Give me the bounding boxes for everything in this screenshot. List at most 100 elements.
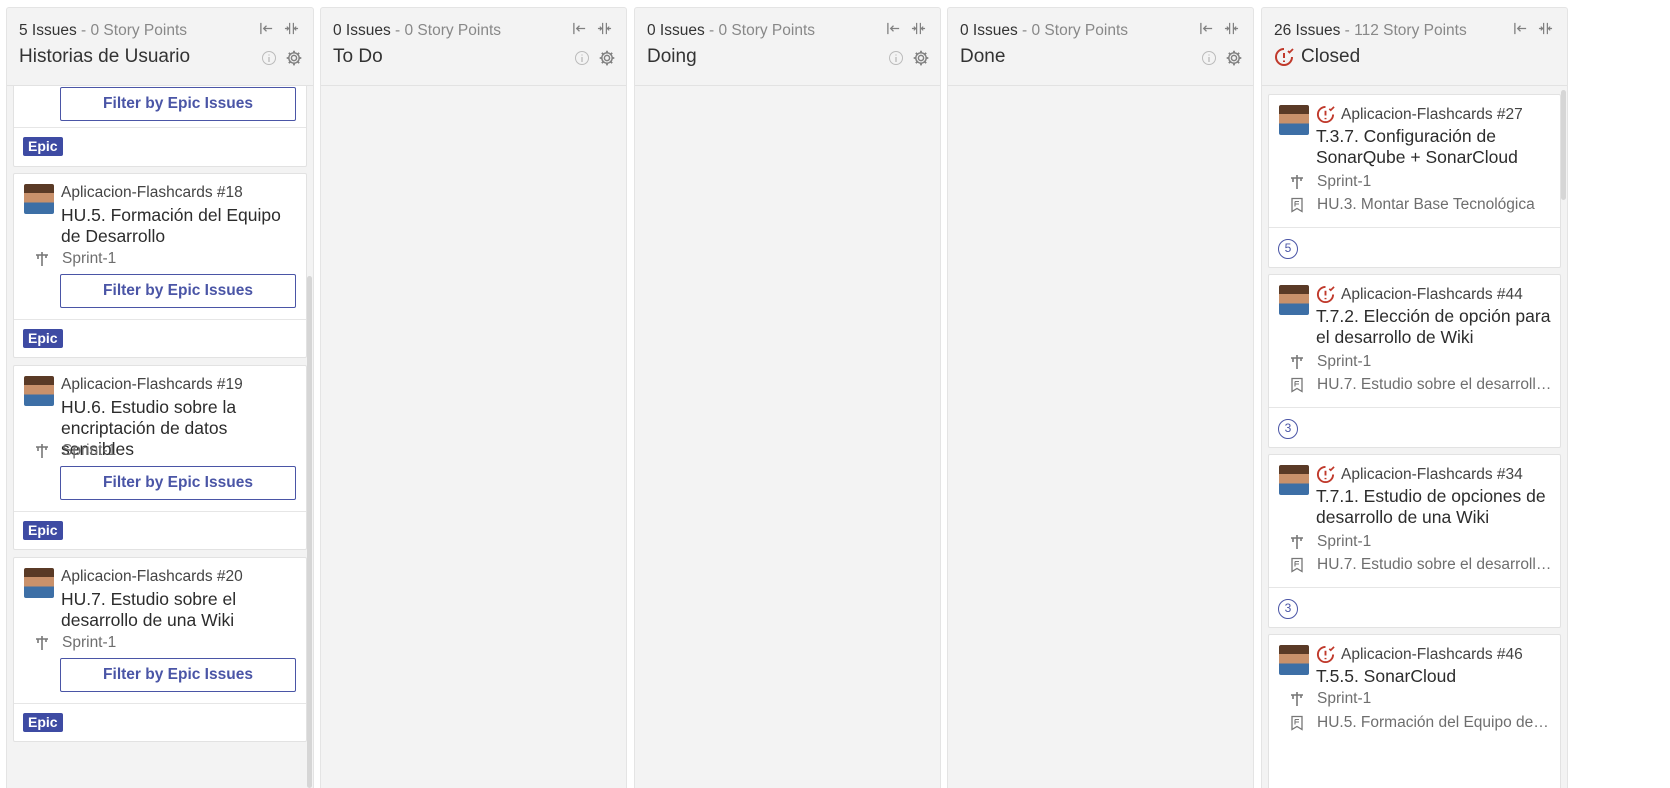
gear-icon[interactable] <box>598 49 616 67</box>
signpost-icon <box>1289 174 1305 190</box>
signpost-icon <box>34 251 50 267</box>
collapse-left-icon[interactable] <box>1513 21 1528 36</box>
filter-by-epic-button[interactable]: Filter by Epic Issues <box>60 466 296 500</box>
sprint-row: Sprint-1 <box>1289 173 1552 191</box>
column-to-do: 0 Issues - 0 Story Points To Do <box>320 7 627 788</box>
sprint-row: Sprint-1 <box>34 250 298 268</box>
story-points-badge: 3 <box>1278 599 1298 619</box>
issue-ref[interactable]: Aplicacion-Flashcards #46 <box>1316 645 1523 664</box>
column-doing: 0 Issues - 0 Story Points Doing <box>634 7 941 788</box>
issue-count: 26 Issues <box>1274 22 1341 39</box>
signpost-icon <box>34 635 50 651</box>
signpost-icon <box>34 443 50 459</box>
gear-icon[interactable] <box>285 49 303 67</box>
signpost-icon <box>1289 534 1305 550</box>
issue-card[interactable]: Aplicacion-Flashcards #46 T.5.5. SonarCl… <box>1268 634 1561 788</box>
closed-issue-icon <box>1316 105 1335 124</box>
issue-title[interactable]: HU.5. Formación del Equipo de Desarrollo <box>61 205 298 247</box>
closed-issue-icon <box>1274 47 1294 67</box>
collapse-left-icon[interactable] <box>886 21 901 36</box>
info-icon[interactable] <box>888 50 904 66</box>
issue-ref-text: Aplicacion-Flashcards #27 <box>1341 105 1523 123</box>
collapse-left-icon[interactable] <box>572 21 587 36</box>
column-closed: 26 Issues - 112 Story Points Closed Apli… <box>1261 7 1568 788</box>
issue-ref[interactable]: Aplicacion-Flashcards #20 <box>61 568 243 586</box>
merge-columns-icon[interactable] <box>911 21 926 36</box>
sprint-row: Sprint-1 <box>34 634 298 652</box>
column-title-text: Historias de Usuario <box>19 46 191 67</box>
column-header: 5 Issues - 0 Story Points Historias de U… <box>7 8 313 86</box>
issue-ref[interactable]: Aplicacion-Flashcards #27 <box>1316 105 1523 124</box>
epic-card[interactable]: Aplicacion-Flashcards #20 HU.7. Estudio … <box>13 557 307 742</box>
epic-bookmark-icon <box>1289 377 1305 393</box>
epic-badge: Epic <box>23 713 63 732</box>
column-header: 0 Issues - 0 Story Points Done <box>948 8 1253 86</box>
info-icon[interactable] <box>261 50 277 66</box>
collapse-left-icon[interactable] <box>259 21 274 36</box>
epic-card[interactable]: Aplicacion-Flashcards #19 HU.6. Estudio … <box>13 365 307 550</box>
column-title: Closed <box>1274 46 1567 68</box>
issue-card[interactable]: Aplicacion-Flashcards #27 T.3.7. Configu… <box>1268 94 1561 268</box>
gear-icon[interactable] <box>1225 49 1243 67</box>
issue-card[interactable]: Aplicacion-Flashcards #44 T.7.2. Elecció… <box>1268 274 1561 448</box>
column-title-text: To Do <box>333 46 383 67</box>
issue-ref[interactable]: Aplicacion-Flashcards #18 <box>61 184 243 202</box>
column-header: 0 Issues - 0 Story Points To Do <box>321 8 626 86</box>
epic-bookmark-icon <box>1289 715 1305 731</box>
issue-count: 0 Issues <box>647 22 705 39</box>
signpost-icon <box>1289 691 1305 707</box>
issue-card[interactable]: Aplicacion-Flashcards #34 T.7.1. Estudio… <box>1268 454 1561 628</box>
epic-card[interactable]: Filter by Epic Issues Epic <box>13 86 307 167</box>
issue-ref[interactable]: Aplicacion-Flashcards #34 <box>1316 465 1523 484</box>
sprint-row: Sprint-1 <box>1289 690 1552 708</box>
scrollbar[interactable] <box>1561 90 1566 200</box>
story-points-badge: 3 <box>1278 419 1298 439</box>
issue-ref[interactable]: Aplicacion-Flashcards #19 <box>61 376 243 394</box>
issue-title[interactable]: T.7.1. Estudio de opciones de desarrollo… <box>1316 486 1552 528</box>
sprint-label: Sprint-1 <box>1317 533 1372 550</box>
issue-ref[interactable]: Aplicacion-Flashcards #44 <box>1316 285 1523 304</box>
avatar <box>24 568 54 598</box>
merge-columns-icon[interactable] <box>1224 21 1239 36</box>
epic-card[interactable]: Aplicacion-Flashcards #18 HU.5. Formació… <box>13 173 307 358</box>
avatar <box>1279 285 1309 315</box>
closed-issue-icon <box>1316 285 1335 304</box>
filter-by-epic-button[interactable]: Filter by Epic Issues <box>60 87 296 121</box>
issue-title[interactable]: T.7.2. Elección de opción para el desarr… <box>1316 306 1552 348</box>
closed-issue-icon <box>1316 645 1335 664</box>
avatar <box>24 184 54 214</box>
story-points: - 0 Story Points <box>76 22 187 39</box>
merge-columns-icon[interactable] <box>1538 21 1553 36</box>
epic-badge: Epic <box>23 137 63 156</box>
epic-row[interactable]: HU.7. Estudio sobre el desarrollo ... <box>1289 376 1552 394</box>
scrollbar[interactable] <box>307 276 312 788</box>
filter-by-epic-button[interactable]: Filter by Epic Issues <box>60 274 296 308</box>
closed-issue-icon <box>1316 465 1335 484</box>
column-body: Filter by Epic Issues Epic Aplicacion-Fl… <box>7 86 313 788</box>
epic-link[interactable]: HU.3. Montar Base Tecnológica <box>1317 196 1535 214</box>
story-points: - 112 Story Points <box>1340 22 1467 39</box>
column-done: 0 Issues - 0 Story Points Done <box>947 7 1254 788</box>
issue-title[interactable]: T.3.7. Configuración de SonarQube + Sona… <box>1316 126 1552 168</box>
epic-link[interactable]: HU.5. Formación del Equipo de D... <box>1317 714 1552 732</box>
gear-icon[interactable] <box>912 49 930 67</box>
merge-columns-icon[interactable] <box>597 21 612 36</box>
issue-title[interactable]: HU.7. Estudio sobre el desarrollo de una… <box>61 589 298 631</box>
column-header: 0 Issues - 0 Story Points Doing <box>635 8 940 86</box>
issue-title[interactable]: T.5.5. SonarCloud <box>1316 666 1552 687</box>
epic-row[interactable]: HU.5. Formación del Equipo de D... <box>1289 714 1552 732</box>
filter-by-epic-button[interactable]: Filter by Epic Issues <box>60 658 296 692</box>
issue-ref-text: Aplicacion-Flashcards #44 <box>1341 285 1523 303</box>
info-icon[interactable] <box>1201 50 1217 66</box>
epic-bookmark-icon <box>1289 557 1305 573</box>
epic-link[interactable]: HU.7. Estudio sobre el desarrollo ... <box>1317 376 1552 394</box>
sprint-row: Sprint-1 <box>34 442 298 460</box>
collapse-left-icon[interactable] <box>1199 21 1214 36</box>
epic-link[interactable]: HU.7. Estudio sobre el desarrollo ... <box>1317 556 1552 574</box>
avatar <box>1279 465 1309 495</box>
epic-row[interactable]: HU.3. Montar Base Tecnológica <box>1289 196 1552 214</box>
merge-columns-icon[interactable] <box>284 21 299 36</box>
story-points-badge: 5 <box>1278 239 1298 259</box>
info-icon[interactable] <box>574 50 590 66</box>
epic-row[interactable]: HU.7. Estudio sobre el desarrollo ... <box>1289 556 1552 574</box>
